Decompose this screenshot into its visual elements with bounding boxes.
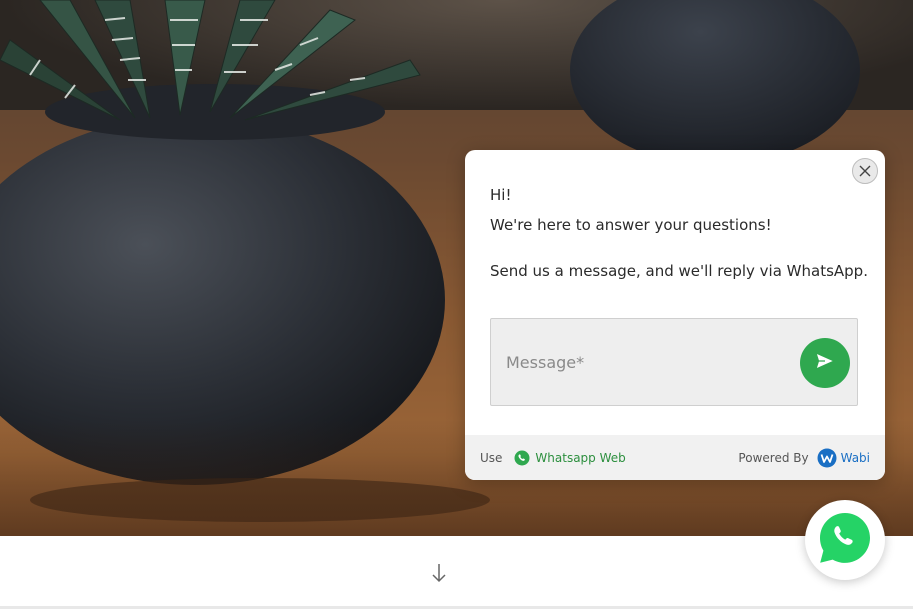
- scroll-down-arrow[interactable]: [429, 562, 449, 584]
- whatsapp-icon: [514, 450, 530, 466]
- chat-footer: Use Whatsapp Web Powered By Wabi: [465, 435, 885, 480]
- message-box: [490, 318, 858, 406]
- powered-by: Powered By Wabi: [738, 448, 870, 468]
- wabi-label: Wabi: [840, 450, 870, 465]
- send-icon: [814, 350, 836, 376]
- send-button[interactable]: [800, 338, 850, 388]
- arrow-down-icon: [429, 564, 449, 588]
- whatsapp-web-label: Whatsapp Web: [535, 450, 626, 465]
- whatsapp-float-button[interactable]: [805, 500, 885, 580]
- chat-intro: We're here to answer your questions!: [490, 216, 772, 234]
- chat-greeting: Hi!: [490, 186, 512, 204]
- message-input[interactable]: [506, 349, 786, 375]
- close-button[interactable]: [852, 158, 878, 184]
- use-label: Use: [480, 450, 503, 465]
- whatsapp-icon: [817, 510, 873, 570]
- powered-by-label: Powered By: [738, 450, 809, 465]
- close-icon: [859, 162, 871, 181]
- wabi-link[interactable]: Wabi: [817, 448, 870, 468]
- chat-widget: Hi! We're here to answer your questions!…: [465, 150, 885, 480]
- wabi-logo-icon: [817, 448, 837, 468]
- whatsapp-web-link[interactable]: Whatsapp Web: [514, 450, 626, 466]
- chat-description: Send us a message, and we'll reply via W…: [490, 262, 868, 280]
